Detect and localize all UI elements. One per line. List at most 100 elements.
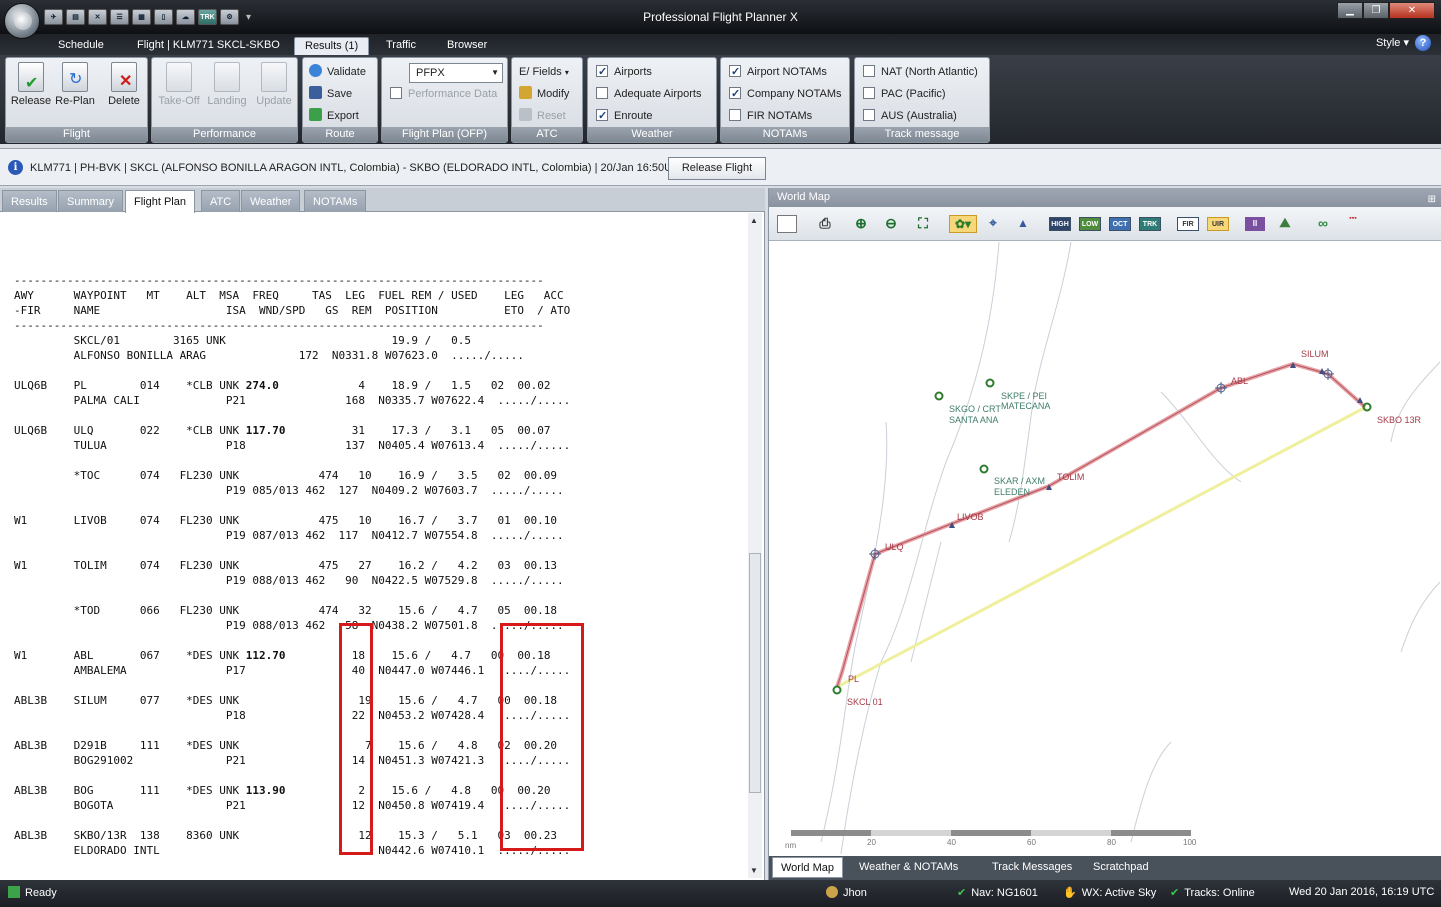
save-label: Save	[327, 88, 353, 100]
weather-airports-checkbox[interactable]: Airports	[596, 63, 652, 81]
performance-data-checkbox[interactable]: Performance Data	[390, 85, 497, 103]
fir-toggle[interactable]: FIR	[1177, 217, 1199, 231]
zoom-out-icon[interactable]: ⊖	[881, 215, 901, 233]
tab-flight[interactable]: Flight | KLM771 SKCL-SKBO	[127, 37, 290, 55]
restricted-area-icon[interactable]: II	[1245, 217, 1265, 231]
landing-label: Landing	[207, 95, 247, 107]
takeoff-button[interactable]: Take-Off	[156, 62, 202, 120]
table-row: BOG291002 P21 14 N0451.3 W07421.3 ...../…	[14, 754, 571, 767]
checkbox-icon	[863, 87, 875, 99]
vertical-scrollbar[interactable]: ▲ ▼	[748, 213, 762, 878]
hand-icon: ✋	[1063, 887, 1077, 899]
waypoint-icon[interactable]: ⌖	[983, 215, 1003, 233]
fields-dropdown[interactable]: E/ Fields ▾	[519, 63, 569, 81]
tab-notams[interactable]: NOTAMs	[304, 190, 367, 212]
tab-atc[interactable]: ATC	[201, 190, 241, 212]
fit-icon[interactable]: ⛶	[913, 215, 933, 233]
weather-overlay-icon[interactable]: ▪▪▪	[1343, 215, 1363, 233]
export-button[interactable]: Export	[309, 107, 359, 125]
map-header: World Map ⊞	[769, 188, 1441, 207]
adequate-airports-checkbox[interactable]: Adequate Airports	[596, 85, 701, 103]
fir-notams-checkbox[interactable]: FIR NOTAMs	[729, 107, 812, 125]
ribbon-group-label: ATC	[512, 127, 582, 142]
low-airways-toggle[interactable]: LOW	[1079, 217, 1101, 231]
replan-button[interactable]: ↻ Re-Plan	[52, 62, 98, 120]
terrain-icon[interactable]: ⛰	[1275, 215, 1295, 233]
tab-track-messages[interactable]: Track Messages	[984, 857, 1080, 878]
tab-weather-notams[interactable]: Weather & NOTAMs	[851, 857, 966, 878]
update-button[interactable]: Update	[251, 62, 297, 120]
window-icon[interactable]	[777, 215, 797, 233]
tab-summary[interactable]: Summary	[58, 190, 124, 212]
maximize-icon[interactable]: ❐	[1363, 2, 1389, 19]
tab-schedule[interactable]: Schedule	[48, 37, 114, 55]
tab-traffic[interactable]: Traffic	[376, 37, 426, 55]
replan-icon: ↻	[62, 62, 88, 92]
checkbox-icon	[863, 109, 875, 121]
tab-scratchpad[interactable]: Scratchpad	[1085, 857, 1157, 878]
status-nav: ✔ Nav: NG1601	[957, 886, 1038, 899]
high-airways-toggle[interactable]: HIGH	[1049, 217, 1071, 231]
print-icon[interactable]: ⎙	[815, 215, 835, 233]
table-row: P19 088/013 462 90 N0422.5 W07529.8 ....…	[14, 574, 564, 587]
validate-button[interactable]: Validate	[309, 63, 366, 81]
separator: ----------------------------------------…	[14, 274, 544, 287]
nat-checkbox[interactable]: NAT (North Atlantic)	[863, 63, 978, 81]
table-row: W1 LIVOB 074 FL230 UNK 475 10 16.7 / 3.7…	[14, 514, 558, 527]
delete-button[interactable]: ✕ Delete	[101, 62, 147, 120]
table-row: PALMA CALI P21 168 N0335.7 W07622.4 ....…	[14, 394, 571, 407]
app-menu-orb[interactable]	[4, 3, 40, 39]
oct-toggle[interactable]: OCT	[1109, 217, 1131, 231]
ribbon-group-track-message: NAT (North Atlantic) PAC (Pacific) AUS (…	[854, 57, 990, 143]
landing-button[interactable]: Landing	[204, 62, 250, 120]
table-row: ULQ6B PL 014 *CLB UNK 274.0 4 18.9 / 1.5…	[14, 379, 551, 392]
reset-button[interactable]: Reset	[519, 107, 566, 125]
zoom-in-icon[interactable]: ⊕	[851, 215, 871, 233]
monitor-icon	[8, 886, 20, 898]
pac-checkbox[interactable]: PAC (Pacific)	[863, 85, 946, 103]
enroute-label: Enroute	[614, 110, 653, 122]
style-menu[interactable]: Style ▾	[1376, 36, 1409, 49]
link-icon[interactable]: ∞	[1313, 215, 1333, 233]
window-controls: ▁ ❐ ✕	[1337, 2, 1435, 19]
weather-airports-label: Airports	[614, 66, 652, 78]
ofp-format-select[interactable]: PFPX ▼	[409, 63, 503, 83]
map-title: World Map	[777, 191, 830, 203]
scroll-up-icon[interactable]: ▲	[750, 216, 758, 225]
save-button[interactable]: Save	[309, 85, 352, 103]
release-button[interactable]: ✔ Release	[8, 62, 54, 120]
scroll-down-icon[interactable]: ▼	[750, 866, 758, 875]
tab-weather[interactable]: Weather	[241, 190, 301, 212]
tab-browser[interactable]: Browser	[437, 37, 497, 55]
map-canvas[interactable]: PL ULQ LIVOB TOLIM ABL SILUM SKBO 13R SK…	[771, 241, 1441, 855]
status-wx-label: WX: Active Sky	[1081, 887, 1157, 899]
aus-checkbox[interactable]: AUS (Australia)	[863, 107, 957, 125]
navaid-triangles	[949, 362, 1363, 528]
scroll-thumb[interactable]	[749, 553, 761, 793]
tab-flight-plan[interactable]: Flight Plan	[125, 190, 195, 213]
table-row: W1 ABL 067 *DES UNK 112.70 18 15.6 / 4.7…	[14, 649, 551, 662]
waypoint-label: LIVOB	[957, 512, 984, 522]
trk-toggle[interactable]: TRK	[1139, 217, 1161, 231]
close-icon[interactable]: ✕	[1389, 2, 1435, 19]
enroute-checkbox[interactable]: Enroute	[596, 107, 653, 125]
tab-results-list[interactable]: Results	[2, 190, 57, 212]
style-label: Style	[1375, 37, 1401, 49]
tab-results[interactable]: Results (1)	[294, 37, 370, 55]
tab-world-map[interactable]: World Map	[772, 857, 843, 878]
navaid-icon[interactable]: ▲	[1013, 215, 1033, 233]
ribbon-group-label: Performance	[152, 127, 297, 142]
table-row: BOGOTA P21 12 N0450.8 W07419.4 ...../...…	[14, 799, 571, 812]
airport-label: SKPE / PEI	[1001, 391, 1047, 401]
help-icon[interactable]: ?	[1415, 35, 1431, 51]
modify-button[interactable]: Modify	[519, 85, 569, 103]
checkbox-checked-icon	[729, 85, 741, 103]
release-flight-button[interactable]: Release Flight	[668, 157, 766, 180]
chevron-down-icon: ▼	[491, 68, 499, 77]
minimize-icon[interactable]: ▁	[1337, 2, 1363, 19]
uir-toggle[interactable]: UIR	[1207, 217, 1229, 231]
airport-notams-checkbox[interactable]: Airport NOTAMs	[729, 63, 827, 81]
company-notams-checkbox[interactable]: Company NOTAMs	[729, 85, 842, 103]
delete-icon: ✕	[111, 62, 137, 92]
airport-filter-icon[interactable]: ✿▾	[949, 215, 977, 233]
